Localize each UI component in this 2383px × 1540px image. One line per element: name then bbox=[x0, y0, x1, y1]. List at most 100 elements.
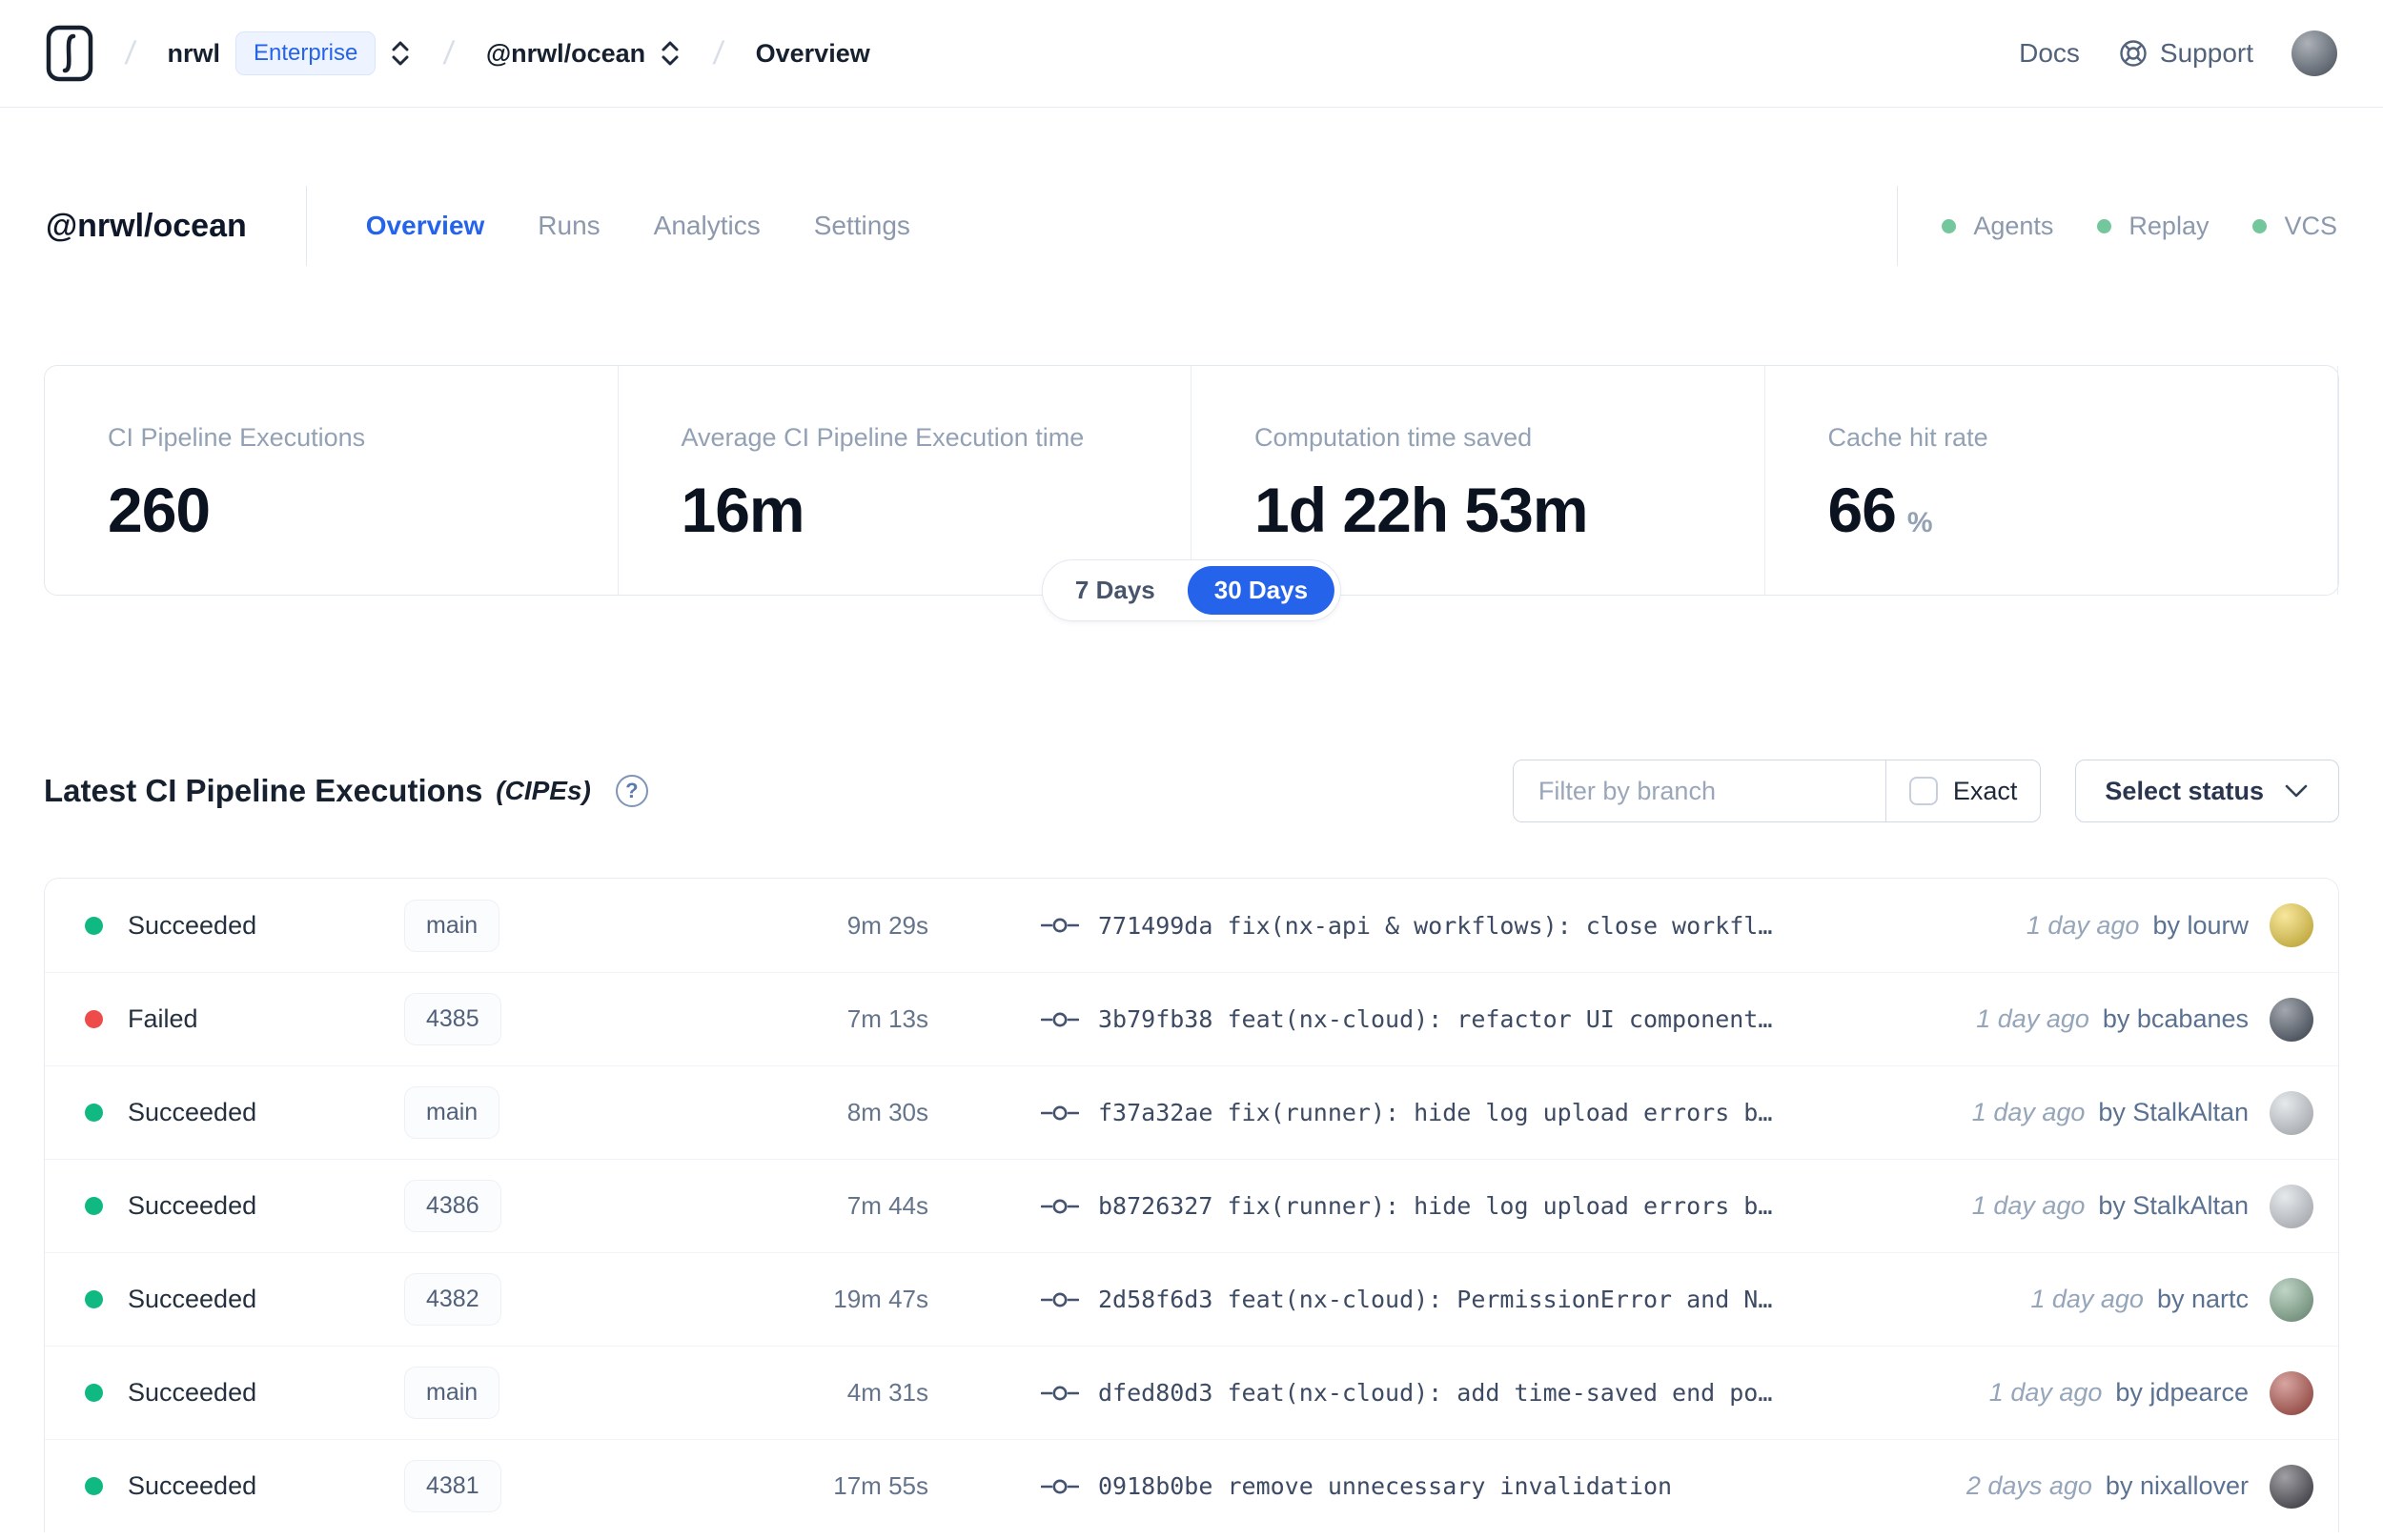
cipe-time-ago: 1 day ago bbox=[1976, 1004, 2089, 1033]
breadcrumb-separator: / bbox=[123, 34, 138, 71]
author-avatar bbox=[2270, 1370, 2313, 1415]
cipe-row[interactable]: Succeeded main 9m 29s 771499da fix(nx-ap… bbox=[45, 879, 2338, 972]
range-7-days[interactable]: 7 Days bbox=[1049, 566, 1182, 615]
commit-message[interactable]: 3b79fb38 feat(nx-cloud): refactor UI com… bbox=[1098, 1005, 1772, 1033]
cipe-row[interactable]: Succeeded 4382 19m 47s 2d58f6d3 feat(nx-… bbox=[45, 1252, 2338, 1346]
stat-value: 16m bbox=[681, 475, 805, 545]
workspace-header: @nrwl/ocean Overview Runs Analytics Sett… bbox=[0, 182, 2383, 270]
support-link[interactable]: Support bbox=[2118, 38, 2253, 69]
branch-filter-input[interactable] bbox=[1513, 760, 1885, 821]
cipe-status: Succeeded bbox=[128, 910, 257, 940]
commit-message[interactable]: f37a32ae fix(runner): hide log upload er… bbox=[1098, 1099, 1772, 1126]
branch-badge[interactable]: main bbox=[404, 1367, 500, 1419]
enterprise-badge: Enterprise bbox=[234, 31, 377, 75]
exact-label[interactable]: Exact bbox=[1953, 777, 2018, 806]
commit-message[interactable]: b8726327 fix(runner): hide log upload er… bbox=[1098, 1192, 1772, 1220]
author-avatar bbox=[2270, 1184, 2313, 1228]
exact-match-control: Exact bbox=[1884, 760, 2041, 821]
cipe-time-ago: 1 day ago bbox=[1988, 1378, 2103, 1407]
stat-value: 260 bbox=[108, 475, 211, 545]
range-30-days[interactable]: 30 Days bbox=[1187, 566, 1335, 615]
exact-checkbox[interactable] bbox=[1908, 777, 1938, 805]
git-commit-icon bbox=[1041, 1105, 1079, 1120]
branch-badge[interactable]: main bbox=[404, 899, 500, 952]
chevron-down-icon bbox=[2285, 784, 2308, 798]
cipe-table: Succeeded main 9m 29s 771499da fix(nx-ap… bbox=[44, 878, 2339, 1532]
commit-message[interactable]: 0918b0be remove unnecessary invalidation bbox=[1098, 1472, 1672, 1500]
branch-badge[interactable]: 4385 bbox=[404, 993, 501, 1045]
breadcrumb-org[interactable]: nrwl bbox=[167, 39, 220, 69]
cipe-author: by lourw bbox=[2152, 910, 2249, 940]
cipe-duration: 7m 13s bbox=[846, 1004, 928, 1033]
cipe-status: Succeeded bbox=[128, 1285, 257, 1313]
author-avatar bbox=[2270, 997, 2313, 1042]
tab-overview[interactable]: Overview bbox=[366, 211, 485, 241]
breadcrumb-separator: / bbox=[441, 34, 457, 71]
commit-message[interactable]: 2d58f6d3 feat(nx-cloud): PermissionError… bbox=[1098, 1286, 1772, 1313]
tab-settings[interactable]: Settings bbox=[814, 211, 910, 241]
cipe-author: by StalkAltan bbox=[2098, 1098, 2249, 1126]
git-commit-icon bbox=[1041, 1292, 1079, 1307]
branch-badge[interactable]: 4382 bbox=[404, 1273, 501, 1326]
user-avatar[interactable] bbox=[2291, 30, 2337, 76]
cipes-title-suffix: (CIPEs) bbox=[496, 776, 591, 805]
cipe-row[interactable]: Failed 4385 7m 13s 3b79fb38 feat(nx-clou… bbox=[45, 972, 2338, 1065]
branch-badge[interactable]: main bbox=[404, 1086, 500, 1139]
nx-cloud-logo[interactable] bbox=[46, 24, 93, 83]
status-dot-icon bbox=[85, 1290, 103, 1308]
tab-runs[interactable]: Runs bbox=[538, 211, 600, 241]
cipe-row[interactable]: Succeeded main 4m 31s dfed80d3 feat(nx-c… bbox=[45, 1346, 2338, 1439]
status-dot-icon bbox=[2097, 218, 2112, 233]
status-dot-icon bbox=[1942, 218, 1957, 233]
cipe-author: by nartc bbox=[2156, 1285, 2249, 1313]
branch-badge[interactable]: 4386 bbox=[404, 1180, 501, 1232]
workspace-switcher-chevrons-icon[interactable] bbox=[659, 39, 682, 68]
org-switcher-chevrons-icon[interactable] bbox=[389, 39, 412, 68]
stat-card-executions: CI Pipeline Executions 260 bbox=[45, 366, 619, 595]
cipe-time-ago: 1 day ago bbox=[1971, 1098, 2086, 1126]
top-navbar: / nrwl Enterprise / @nrwl/ocean / Overvi… bbox=[0, 0, 2383, 108]
cipes-section-header: Latest CI Pipeline Executions (CIPEs) ? … bbox=[0, 760, 2383, 822]
cipe-duration: 7m 44s bbox=[846, 1191, 928, 1220]
status-dot-icon bbox=[2252, 218, 2268, 233]
cipe-author: by jdpearce bbox=[2115, 1378, 2249, 1407]
cipe-row[interactable]: Succeeded 4381 17m 55s 0918b0be remove u… bbox=[45, 1439, 2338, 1532]
branch-badge[interactable]: 4381 bbox=[404, 1460, 501, 1512]
cipe-duration: 9m 29s bbox=[846, 910, 928, 940]
status-dot-icon bbox=[85, 1477, 103, 1495]
cipe-duration: 17m 55s bbox=[833, 1471, 928, 1500]
cipe-time-ago: 1 day ago bbox=[1971, 1191, 2086, 1220]
status-dot-icon bbox=[85, 1104, 103, 1122]
status-dot-icon bbox=[85, 1010, 103, 1028]
cipe-status: Succeeded bbox=[128, 1191, 257, 1220]
author-avatar bbox=[2270, 1464, 2313, 1509]
stat-value: 66 bbox=[1827, 475, 1897, 545]
commit-message[interactable]: 771499da fix(nx-api & workflows): close … bbox=[1098, 912, 1772, 940]
cipe-status: Succeeded bbox=[128, 1378, 257, 1407]
docs-link[interactable]: Docs bbox=[2019, 38, 2080, 69]
git-commit-icon bbox=[1041, 1012, 1079, 1026]
cipe-time-ago: 1 day ago bbox=[2026, 910, 2140, 940]
feature-vcs[interactable]: VCS bbox=[2252, 212, 2337, 241]
author-avatar bbox=[2270, 1090, 2313, 1135]
feature-replay[interactable]: Replay bbox=[2097, 212, 2209, 241]
status-dot-icon bbox=[85, 916, 103, 935]
help-icon[interactable]: ? bbox=[615, 775, 648, 807]
branch-filter-group: Exact bbox=[1512, 760, 2042, 822]
cipe-row[interactable]: Succeeded main 8m 30s f37a32ae fix(runne… bbox=[45, 1065, 2338, 1159]
cipe-duration: 4m 31s bbox=[846, 1378, 928, 1407]
cipe-status: Succeeded bbox=[128, 1471, 257, 1500]
breadcrumb-workspace[interactable]: @nrwl/ocean bbox=[486, 39, 645, 69]
commit-message[interactable]: dfed80d3 feat(nx-cloud): add time-saved … bbox=[1098, 1379, 1772, 1407]
author-avatar bbox=[2270, 1277, 2313, 1322]
cipe-time-ago: 1 day ago bbox=[2030, 1285, 2144, 1313]
tab-analytics[interactable]: Analytics bbox=[654, 211, 761, 241]
divider bbox=[1897, 186, 1899, 266]
cipe-time-ago: 2 days ago bbox=[1965, 1471, 2092, 1500]
status-select-dropdown[interactable]: Select status bbox=[2075, 760, 2339, 822]
cipe-author: by StalkAltan bbox=[2098, 1191, 2249, 1220]
feature-agents[interactable]: Agents bbox=[1942, 212, 2053, 241]
cipe-row[interactable]: Succeeded 4386 7m 44s b8726327 fix(runne… bbox=[45, 1159, 2338, 1252]
workspace-tabs: Overview Runs Analytics Settings bbox=[366, 211, 910, 241]
cipe-author: by bcabanes bbox=[2102, 1004, 2249, 1033]
